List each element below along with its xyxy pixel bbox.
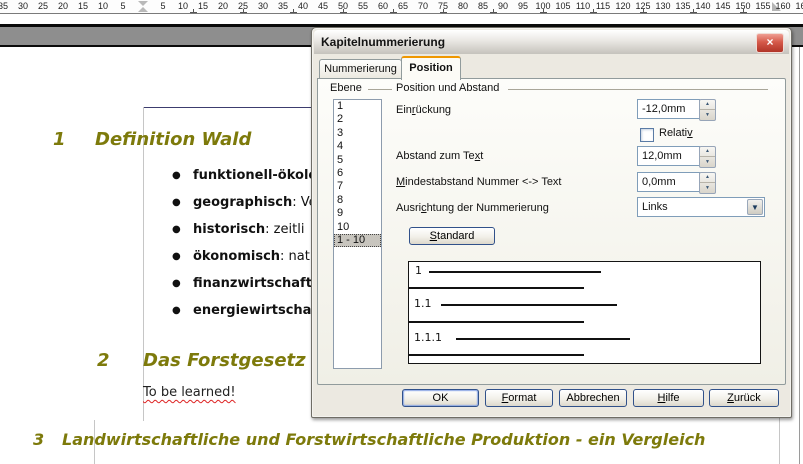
preview-line bbox=[456, 338, 630, 340]
tab-nummerierung[interactable]: Nummerierung bbox=[319, 59, 402, 78]
group-divider bbox=[368, 89, 392, 90]
preview-number: 1 bbox=[415, 264, 422, 277]
level-item[interactable]: 7 bbox=[334, 180, 381, 193]
ausrichtung-value: Links bbox=[642, 201, 668, 213]
zurueck-button[interactable]: Zurück bbox=[709, 389, 779, 407]
bullet-icon: ● bbox=[172, 251, 193, 262]
bullet-rest: : nat bbox=[280, 249, 310, 264]
mindestabstand-input[interactable]: 0,0mm bbox=[637, 172, 700, 192]
list-item: ●ökonomisch: nat bbox=[172, 249, 310, 264]
heading-number: 1 bbox=[53, 129, 66, 150]
heading-text: Das Forstgesetz bbox=[143, 350, 306, 371]
bullet-term: energiewirtschaft bbox=[193, 303, 323, 318]
position-tab-panel: Ebene Position und Abstand 123456789101 … bbox=[317, 78, 786, 385]
level-group-label: Ebene bbox=[330, 82, 362, 94]
format-button[interactable]: Format bbox=[485, 389, 553, 407]
list-item: ●funktionell-ökolo bbox=[172, 168, 317, 183]
bullet-term: ökonomisch bbox=[193, 249, 280, 264]
preview-number: 1.1 bbox=[414, 297, 432, 310]
einrueckung-spinner[interactable]: ▲ ▼ bbox=[699, 99, 716, 121]
chapter-heading-3: 3 Landwirtschaftliche und Forstwirtschaf… bbox=[0, 430, 803, 454]
bullet-term: finanzwirtschaft bbox=[193, 276, 312, 291]
list-item: ●finanzwirtschaft bbox=[172, 276, 312, 291]
spinner-down-icon[interactable]: ▼ bbox=[700, 111, 715, 120]
level-item[interactable]: 9 bbox=[334, 207, 381, 220]
heading-text: Landwirtschaftliche und Forstwirtschaftl… bbox=[62, 430, 705, 449]
bullet-term: historisch bbox=[193, 222, 265, 237]
chapter-numbering-dialog: Kapitelnummerierung × Nummerierung Posit… bbox=[311, 27, 792, 418]
abstand-input[interactable]: 12,0mm bbox=[637, 146, 700, 166]
level-item[interactable]: 1 bbox=[334, 100, 381, 113]
relativ-checkbox[interactable] bbox=[640, 128, 654, 142]
einrueckung-input[interactable]: -12,0mm bbox=[637, 99, 700, 119]
chevron-down-icon[interactable]: ▼ bbox=[747, 199, 763, 215]
bullet-term: funktionell-ökolo bbox=[193, 168, 317, 183]
spinner-down-icon[interactable]: ▼ bbox=[700, 184, 715, 193]
spinner-up-icon[interactable]: ▲ bbox=[700, 100, 715, 110]
dialog-title: Kapitelnummerierung bbox=[321, 30, 445, 54]
mindestabstand-label: Mindestabstand Nummer <-> Text bbox=[396, 176, 562, 188]
bullet-icon: ● bbox=[172, 170, 193, 181]
tab-position[interactable]: Position bbox=[401, 56, 461, 80]
preview-line bbox=[409, 354, 584, 356]
dialog-titlebar[interactable]: Kapitelnummerierung × bbox=[314, 30, 789, 54]
list-item: ●historisch: zeitli bbox=[172, 222, 304, 237]
preview-line bbox=[409, 287, 584, 289]
preview-line bbox=[441, 304, 617, 306]
mindestabstand-spinner[interactable]: ▲ ▼ bbox=[699, 172, 716, 194]
preview-line bbox=[409, 321, 584, 323]
abstand-label: Abstand zum Text bbox=[396, 150, 483, 162]
level-listbox[interactable]: 123456789101 - 10 bbox=[333, 99, 382, 369]
note-text: To be learned! bbox=[143, 385, 236, 400]
heading-number: 3 bbox=[33, 430, 44, 449]
bullet-icon: ● bbox=[172, 305, 193, 316]
bullet-icon: ● bbox=[172, 278, 193, 289]
level-item[interactable]: 2 bbox=[334, 113, 381, 126]
preview-number: 1.1.1 bbox=[414, 331, 442, 344]
einrueckung-label: Einrückung bbox=[396, 104, 451, 116]
numbering-preview: 1 1.1 1.1.1 bbox=[408, 261, 761, 364]
writer-window: 3530252015105510152025303540455055606570… bbox=[0, 0, 803, 464]
level-item[interactable]: 1 - 10 bbox=[334, 234, 381, 247]
abstand-spinner[interactable]: ▲ ▼ bbox=[699, 146, 716, 168]
level-item[interactable]: 5 bbox=[334, 154, 381, 167]
list-item: ●geographisch: Ve bbox=[172, 195, 317, 210]
heading-number: 2 bbox=[97, 350, 110, 371]
group-divider bbox=[508, 89, 768, 90]
level-item[interactable]: 10 bbox=[334, 221, 381, 234]
hilfe-button[interactable]: Hilfe bbox=[633, 389, 704, 407]
ausrichtung-label: Ausrichtung der Nummerierung bbox=[396, 202, 549, 214]
bullet-term: geographisch bbox=[193, 195, 292, 210]
bullet-icon: ● bbox=[172, 197, 193, 208]
preview-line bbox=[429, 271, 601, 273]
relativ-label: Relativ bbox=[659, 127, 693, 139]
level-item[interactable]: 8 bbox=[334, 194, 381, 207]
heading-text: Definition Wald bbox=[95, 129, 251, 150]
position-group-label: Position und Abstand bbox=[396, 82, 499, 94]
dialog-buttons: OK Format Abbrechen Hilfe Zurück bbox=[312, 389, 791, 409]
standard-button[interactable]: Standard bbox=[409, 227, 495, 245]
level-item[interactable]: 6 bbox=[334, 167, 381, 180]
ok-button[interactable]: OK bbox=[402, 389, 479, 407]
bullet-rest: : zeitli bbox=[265, 222, 304, 237]
spinner-up-icon[interactable]: ▲ bbox=[700, 173, 715, 183]
bullet-icon: ● bbox=[172, 224, 193, 235]
ausrichtung-select[interactable]: Links ▼ bbox=[637, 197, 765, 217]
level-item[interactable]: 3 bbox=[334, 127, 381, 140]
abbrechen-button[interactable]: Abbrechen bbox=[559, 389, 627, 407]
close-icon[interactable]: × bbox=[756, 33, 784, 53]
spinner-up-icon[interactable]: ▲ bbox=[700, 147, 715, 157]
spinner-down-icon[interactable]: ▼ bbox=[700, 158, 715, 167]
list-item: ●energiewirtschaft bbox=[172, 303, 323, 318]
level-item[interactable]: 4 bbox=[334, 140, 381, 153]
